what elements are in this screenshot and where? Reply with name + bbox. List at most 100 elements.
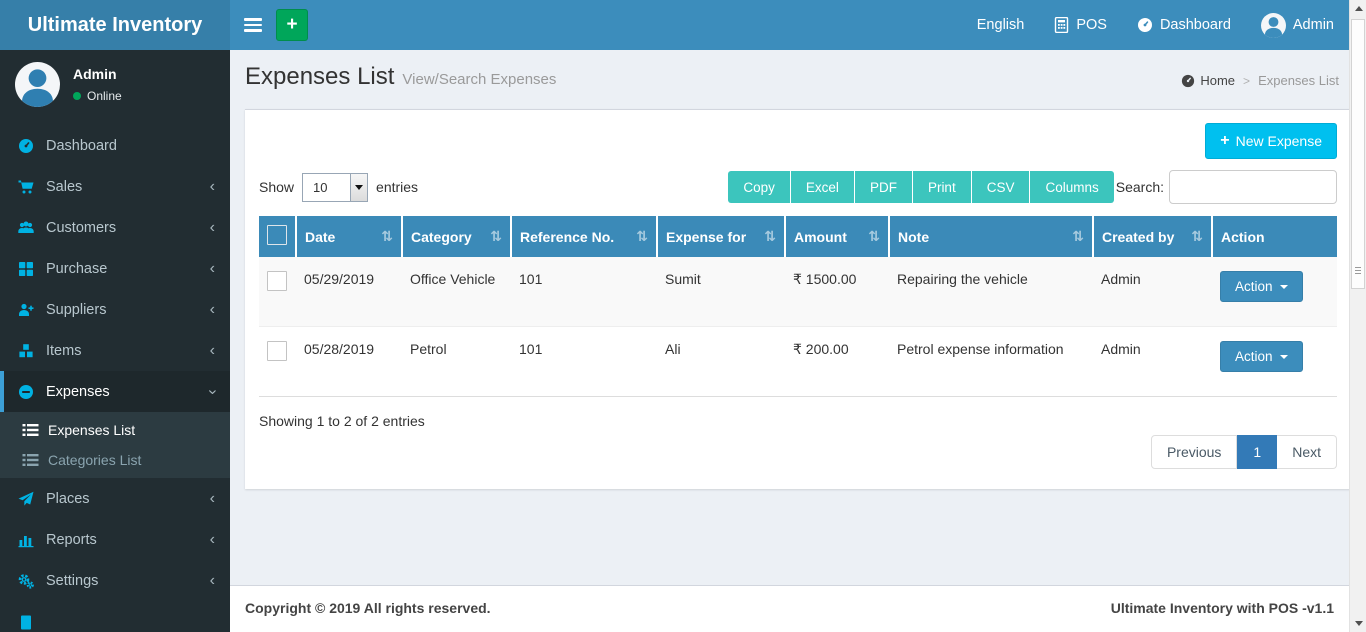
sidebar-subitem-expenses-list[interactable]: Expenses List: [0, 415, 230, 445]
sort-icon: ⇅: [868, 227, 880, 244]
excel-button[interactable]: Excel: [790, 171, 855, 203]
chevron-left-icon: ‹: [209, 177, 215, 195]
show-label: Show: [259, 179, 295, 195]
column-header-category[interactable]: Category ⇅: [401, 216, 511, 257]
sidebar-subitem-categories-list[interactable]: Categories List: [0, 445, 230, 475]
sidebar-item-customers[interactable]: Customers ‹: [0, 207, 230, 248]
user-status[interactable]: Online: [73, 89, 122, 103]
cell-reference: 101: [511, 257, 657, 327]
navbar-right-menu: English POS Dashboard Admin: [977, 0, 1334, 50]
chevron-down-icon: ‹: [203, 388, 221, 395]
cell-created-by: Admin: [1093, 326, 1212, 397]
paper-plane-icon: [18, 491, 34, 506]
search-label: Search:: [1115, 179, 1164, 195]
sidebar-item-places[interactable]: Places ‹: [0, 478, 230, 519]
sidebar-item-suppliers[interactable]: Suppliers ‹: [0, 289, 230, 330]
scroll-up-arrow[interactable]: [1350, 0, 1366, 17]
gears-icon: [18, 573, 34, 589]
dashboard-label: Dashboard: [1159, 17, 1231, 33]
column-header-date[interactable]: Date ⇅: [295, 216, 402, 257]
sidebar-item-dashboard[interactable]: Dashboard: [0, 125, 230, 166]
cell-reference: 101: [511, 326, 657, 397]
row-action-button[interactable]: Action: [1220, 341, 1303, 372]
page-size-select[interactable]: 10: [302, 172, 369, 202]
breadcrumb: Home > Expenses List: [1181, 73, 1339, 88]
table-info: Showing 1 to 2 of 2 entries: [259, 413, 425, 429]
column-header-note[interactable]: Note ⇅: [888, 216, 1093, 257]
sidebar-toggle-button[interactable]: [230, 0, 276, 50]
brand-logo[interactable]: Ultimate Inventory: [0, 0, 230, 50]
pagination: Previous 1 Next: [1150, 435, 1337, 469]
table-header-row: Date ⇅ Category ⇅ Reference No. ⇅ Expense f…: [259, 216, 1337, 257]
pagination-next-button[interactable]: Next: [1277, 435, 1337, 469]
sort-icon: ⇅: [1072, 227, 1084, 244]
sort-icon: ⇅: [636, 227, 648, 244]
sort-icon: ⇅: [1191, 227, 1203, 244]
expenses-box: + New Expense Show 10 entries Copy Excel…: [245, 109, 1351, 489]
footer: Copyright © 2019 All rights reserved. Ul…: [230, 585, 1366, 632]
print-button[interactable]: Print: [912, 171, 972, 203]
pagination-previous-button[interactable]: Previous: [1150, 435, 1238, 469]
dashboard-icon: [19, 138, 33, 153]
user-plus-icon: [19, 303, 34, 316]
scroll-down-arrow[interactable]: [1350, 615, 1366, 632]
columns-button[interactable]: Columns: [1030, 171, 1114, 203]
cell-category: Office Vehicle: [402, 257, 511, 327]
cell-category: Petrol: [402, 326, 511, 397]
sidebar-item-settings[interactable]: Settings ‹: [0, 560, 230, 601]
row-checkbox[interactable]: [267, 341, 287, 361]
sidebar-item-partial[interactable]: [0, 601, 230, 632]
language-menu[interactable]: English: [977, 17, 1025, 33]
column-header-reference[interactable]: Reference No. ⇅: [510, 216, 657, 257]
quick-add-button[interactable]: +: [276, 9, 308, 41]
copy-button[interactable]: Copy: [728, 171, 791, 203]
scrollbar-thumb[interactable]: [1351, 19, 1365, 289]
new-expense-button[interactable]: + New Expense: [1205, 123, 1337, 159]
sidebar-user-panel: Admin Online: [0, 50, 230, 121]
select-all-checkbox[interactable]: [267, 225, 287, 245]
copyright-text: Copyright © 2019 All rights reserved.: [245, 600, 491, 616]
user-menu[interactable]: Admin: [1260, 12, 1334, 38]
pdf-button[interactable]: PDF: [854, 171, 913, 203]
csv-button[interactable]: CSV: [971, 171, 1031, 203]
home-icon: [1182, 74, 1195, 87]
sidebar-item-items[interactable]: Items ‹: [0, 330, 230, 371]
expenses-submenu: Expenses List Categories List: [0, 412, 230, 478]
sidebar-item-sales[interactable]: Sales ‹: [0, 166, 230, 207]
pagination-page-1[interactable]: 1: [1237, 435, 1278, 469]
caret-down-icon: [1279, 284, 1288, 289]
sidebar-item-purchase[interactable]: Purchase ‹: [0, 248, 230, 289]
column-header-created-by[interactable]: Created by ⇅: [1092, 216, 1212, 257]
pos-label: POS: [1076, 17, 1107, 33]
select-all-header[interactable]: [259, 216, 296, 257]
row-action-button[interactable]: Action: [1220, 271, 1303, 302]
list-icon: [22, 424, 39, 436]
vertical-scrollbar: [1349, 0, 1366, 632]
column-header-amount[interactable]: Amount ⇅: [784, 216, 889, 257]
expenses-table: Date ⇅ Category ⇅ Reference No. ⇅ Expense f…: [259, 216, 1337, 397]
online-dot-icon: [73, 92, 81, 100]
content-header: Expenses List View/Search Expenses Home >…: [245, 63, 1351, 95]
breadcrumb-home-link[interactable]: Home: [1181, 73, 1235, 88]
sidebar-item-expenses[interactable]: Expenses ‹: [0, 371, 230, 412]
column-header-expense-for[interactable]: Expense for ⇅: [656, 216, 785, 257]
caret-down-icon: [1279, 354, 1288, 359]
cell-date: 05/29/2019: [296, 257, 402, 327]
cell-expense-for: Sumit: [657, 257, 785, 327]
export-buttons: Copy Excel PDF Print CSV Columns: [728, 171, 1114, 203]
user-avatar: [1260, 12, 1286, 38]
search-input[interactable]: [1169, 170, 1337, 204]
table-row: 05/28/2019 Petrol 101 Ali ₹ 200.00 Petro…: [259, 326, 1337, 397]
chevron-left-icon: ‹: [209, 489, 215, 507]
sidebar-item-reports[interactable]: Reports ‹: [0, 519, 230, 560]
clipboard-icon: [21, 615, 31, 629]
plus-icon: +: [1220, 132, 1230, 149]
row-checkbox[interactable]: [267, 271, 287, 291]
chevron-left-icon: ‹: [209, 218, 215, 236]
dashboard-link[interactable]: Dashboard: [1137, 17, 1231, 33]
column-header-action: Action: [1211, 216, 1337, 257]
calculator-icon: [1055, 17, 1069, 33]
main-content: Expenses List View/Search Expenses Home >…: [230, 50, 1366, 585]
scrollbar-grip: [1355, 267, 1361, 276]
pos-link[interactable]: POS: [1054, 17, 1107, 33]
